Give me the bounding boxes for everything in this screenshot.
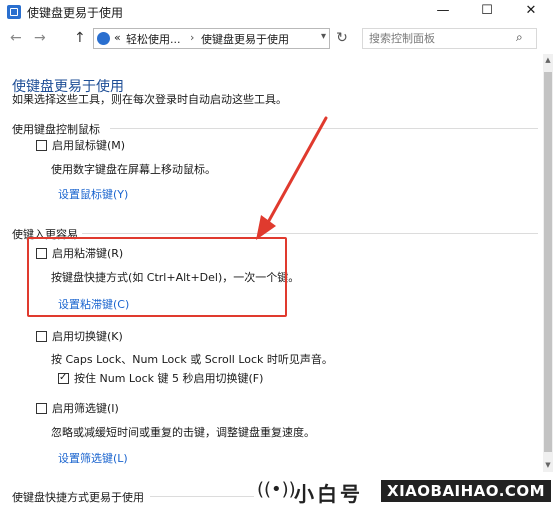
scroll-down-icon[interactable]: ▼ [543, 459, 553, 471]
scrollbar-thumb[interactable] [544, 72, 552, 452]
scroll-up-icon[interactable]: ▲ [543, 54, 553, 66]
arrow-head [256, 215, 276, 240]
arrow-shaft [264, 116, 328, 228]
watermark-chinese: 小白号 [294, 482, 363, 506]
watermark: ((•)) 小白号 XIAOBAIHAO.COM [254, 472, 553, 511]
broadcast-icon: ((•)) [257, 479, 296, 500]
annotation-arrow [256, 116, 328, 240]
vertical-scrollbar[interactable]: ▲ ▼ [543, 54, 553, 511]
watermark-english: XIAOBAIHAO.COM [381, 480, 552, 502]
